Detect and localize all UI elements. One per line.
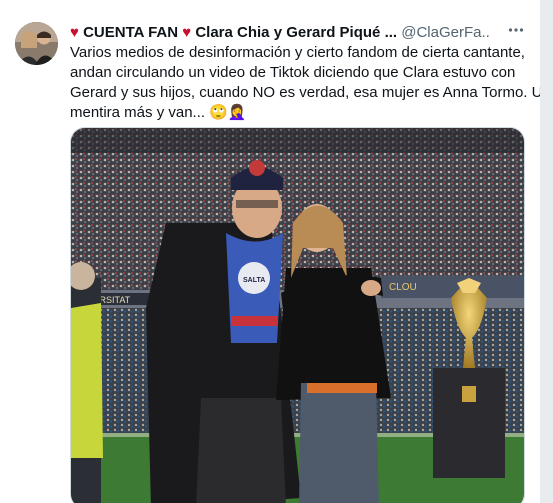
user-handle[interactable]: @ClaGerFa...: [401, 24, 490, 41]
tweet-media-photo[interactable]: IVERSITAT CLOU SALTA: [70, 127, 525, 503]
banner-right-text: CLOU: [389, 282, 417, 293]
tweet-text-line: Gerard y sus hijos, cuando NO es verdad,…: [70, 84, 540, 101]
tweet-text-line: Varios medios de desinformación y cierto…: [70, 44, 525, 61]
tweet-text: Varios medios de desinformación y cierto…: [70, 43, 540, 123]
display-name-suffix[interactable]: Clara Chia y Gerard Piqué ...: [195, 24, 397, 41]
tweet-text-line: mentira más y van... 🙄🤦‍♀️: [70, 104, 247, 121]
tweet-card[interactable]: ♥ CUENTA FAN ♥ Clara Chia y Gerard Piqué…: [0, 0, 540, 503]
ellipsis-icon: [508, 28, 524, 32]
tweet-header: ♥ CUENTA FAN ♥ Clara Chia y Gerard Piqué…: [70, 23, 490, 43]
avatar-image: [15, 22, 58, 65]
display-name-prefix[interactable]: CUENTA FAN: [83, 24, 178, 41]
stadium-photo: IVERSITAT CLOU SALTA: [71, 128, 524, 503]
heart-icon: ♥: [182, 24, 192, 41]
scarf-text: SALTA: [243, 277, 265, 284]
avatar[interactable]: [15, 22, 58, 65]
heart-icon: ♥: [70, 24, 79, 41]
tweet-text-line: andan circulando un video de Tiktok dici…: [70, 64, 516, 81]
more-options-button[interactable]: [505, 21, 527, 43]
